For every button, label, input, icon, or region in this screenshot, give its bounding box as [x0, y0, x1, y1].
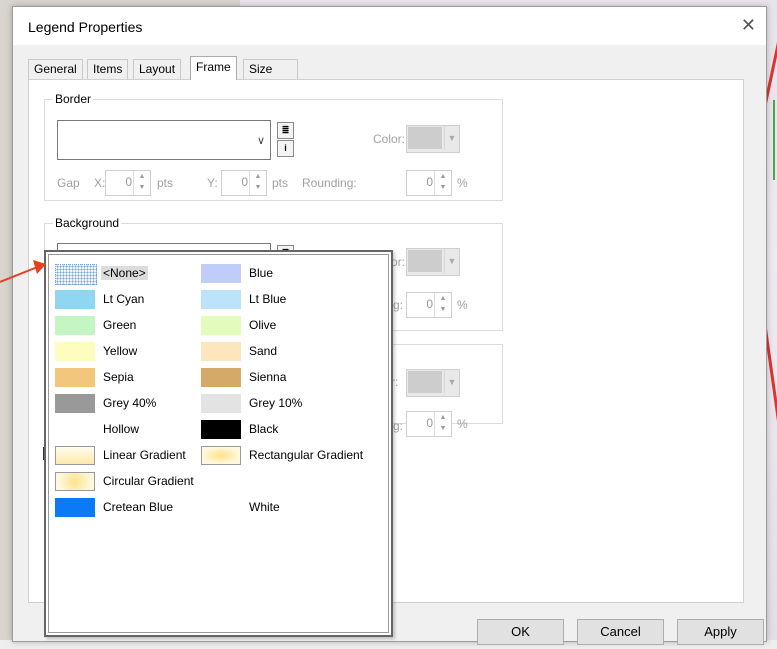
tab-size-and-position[interactable]: Size and Position [243, 59, 298, 114]
chevron-down-icon: ▼ [444, 370, 459, 394]
spin-value: 0 [426, 297, 433, 311]
map-road-line [773, 100, 775, 180]
border-group-label: Border [53, 92, 94, 106]
spin-up-down-icon[interactable]: ▲ ▼ [133, 171, 150, 195]
border-color-button[interactable]: ▼ [406, 125, 460, 153]
fill-option-label: Sienna [249, 370, 287, 384]
cancel-button[interactable]: Cancel [577, 619, 664, 645]
border-style-combo[interactable]: ∨ [57, 120, 271, 160]
gap-x-label: X: [94, 176, 106, 190]
swatch-sienna [201, 368, 241, 387]
tab-items[interactable]: Items [87, 59, 129, 79]
fill-option-label: Lt Cyan [103, 292, 145, 306]
fill-option-label: White [249, 500, 280, 514]
spin-up-down-icon[interactable]: ▲ ▼ [434, 293, 451, 317]
swatch-green [55, 316, 95, 335]
chevron-down-icon: ▼ [444, 249, 459, 273]
close-icon[interactable]: ✕ [741, 15, 756, 36]
spin-up-down-icon[interactable]: ▲ ▼ [434, 412, 451, 436]
pts-unit-label: pts [272, 176, 289, 190]
chevron-down-icon[interactable]: ∨ [252, 121, 270, 159]
fill-option-label: Sepia [103, 370, 134, 384]
gap-y-spinner[interactable]: 0 ▲ ▼ [221, 170, 267, 196]
gap-label: Gap [57, 176, 80, 190]
swatch-black [201, 420, 241, 439]
red-pointer-arrow [0, 260, 46, 283]
tab-general[interactable]: General [28, 59, 83, 79]
background-fill-dropdown: <None> Blue Lt Cyan Lt Blue Green Olive … [44, 250, 393, 637]
gap-y-label: Y: [207, 176, 218, 190]
dropdown-list: <None> Blue Lt Cyan Lt Blue Green Olive … [48, 254, 389, 633]
fill-option-label: Grey 40% [103, 396, 157, 410]
spin-up-down-icon[interactable]: ▲ ▼ [434, 171, 451, 195]
swatch-blue [201, 264, 241, 283]
swatch-cretean-blue [55, 498, 95, 517]
pts-unit-label: pts [157, 176, 174, 190]
swatch-circular-gradient [55, 472, 95, 491]
spin-value: 0 [426, 416, 433, 430]
swatch-grey-10 [201, 394, 241, 413]
tab-frame[interactable]: Frame [190, 56, 237, 80]
dialog-title: Legend Properties [28, 19, 143, 35]
background-rounding-spinner[interactable]: 0 ▲ ▼ [406, 292, 452, 318]
swatch-grey-40 [55, 394, 95, 413]
fill-option-label: Blue [249, 266, 274, 280]
list-icon[interactable]: ≣ [277, 122, 294, 139]
fill-option-label: Cretean Blue [103, 500, 174, 514]
fill-option-label: Yellow [103, 344, 138, 358]
shadow-rounding-label-partial: g: [393, 419, 404, 433]
swatch-none [55, 264, 97, 285]
spin-value: 0 [125, 175, 132, 189]
rounding-label: Rounding: [302, 176, 357, 190]
shadow-color-button[interactable]: ▼ [406, 369, 460, 397]
ok-button[interactable]: OK [477, 619, 564, 645]
info-icon[interactable]: i [277, 140, 294, 157]
border-group: Border ∨ ≣ i Color: ▼ Gap X: 0 ▲ ▼ pts Y:… [44, 92, 503, 201]
spin-up-down-icon[interactable]: ▲ ▼ [249, 171, 266, 195]
fill-option-label: Grey 10% [249, 396, 303, 410]
swatch-lt-blue [201, 290, 241, 309]
fill-option-label: Linear Gradient [103, 448, 186, 462]
percent-label: % [457, 417, 468, 431]
fill-option-label: Black [249, 422, 279, 436]
fill-option-label: Rectangular Gradient [249, 448, 364, 462]
swatch-rectangular-gradient [201, 446, 241, 465]
swatch-yellow [55, 342, 95, 361]
fill-option-label: <None> [101, 266, 148, 280]
swatch-white [201, 498, 241, 517]
swatch-lt-cyan [55, 290, 95, 309]
swatch-olive [201, 316, 241, 335]
border-color-label: Color: [373, 132, 406, 146]
background-group-label: Background [53, 216, 122, 230]
fill-option-label: Hollow [103, 422, 140, 436]
fill-option-label: Circular Gradient [103, 474, 194, 488]
rounding-spinner[interactable]: 0 ▲ ▼ [406, 170, 452, 196]
swatch-hollow [55, 420, 95, 439]
color-swatch [408, 250, 442, 272]
apply-button[interactable]: Apply [677, 619, 764, 645]
swatch-sepia [55, 368, 95, 387]
swatch-sand [201, 342, 241, 361]
tab-layout[interactable]: Layout [133, 59, 182, 79]
color-swatch [408, 371, 442, 393]
spin-value: 0 [241, 175, 248, 189]
gap-x-spinner[interactable]: 0 ▲ ▼ [105, 170, 151, 196]
swatch-linear-gradient [55, 446, 95, 465]
shadow-rounding-spinner[interactable]: 0 ▲ ▼ [406, 411, 452, 437]
fill-option-label: Green [103, 318, 137, 332]
chevron-down-icon: ▼ [444, 126, 459, 150]
fill-option-label: Olive [249, 318, 277, 332]
fill-option-label: Lt Blue [249, 292, 287, 306]
spin-value: 0 [426, 175, 433, 189]
rounding-label-partial: g: [393, 298, 404, 312]
title-bar: Legend Properties ✕ [13, 7, 766, 45]
color-swatch [408, 127, 442, 149]
fill-option-label: Sand [249, 344, 278, 358]
percent-label: % [457, 176, 468, 190]
background-color-button[interactable]: ▼ [406, 248, 460, 276]
percent-label: % [457, 298, 468, 312]
